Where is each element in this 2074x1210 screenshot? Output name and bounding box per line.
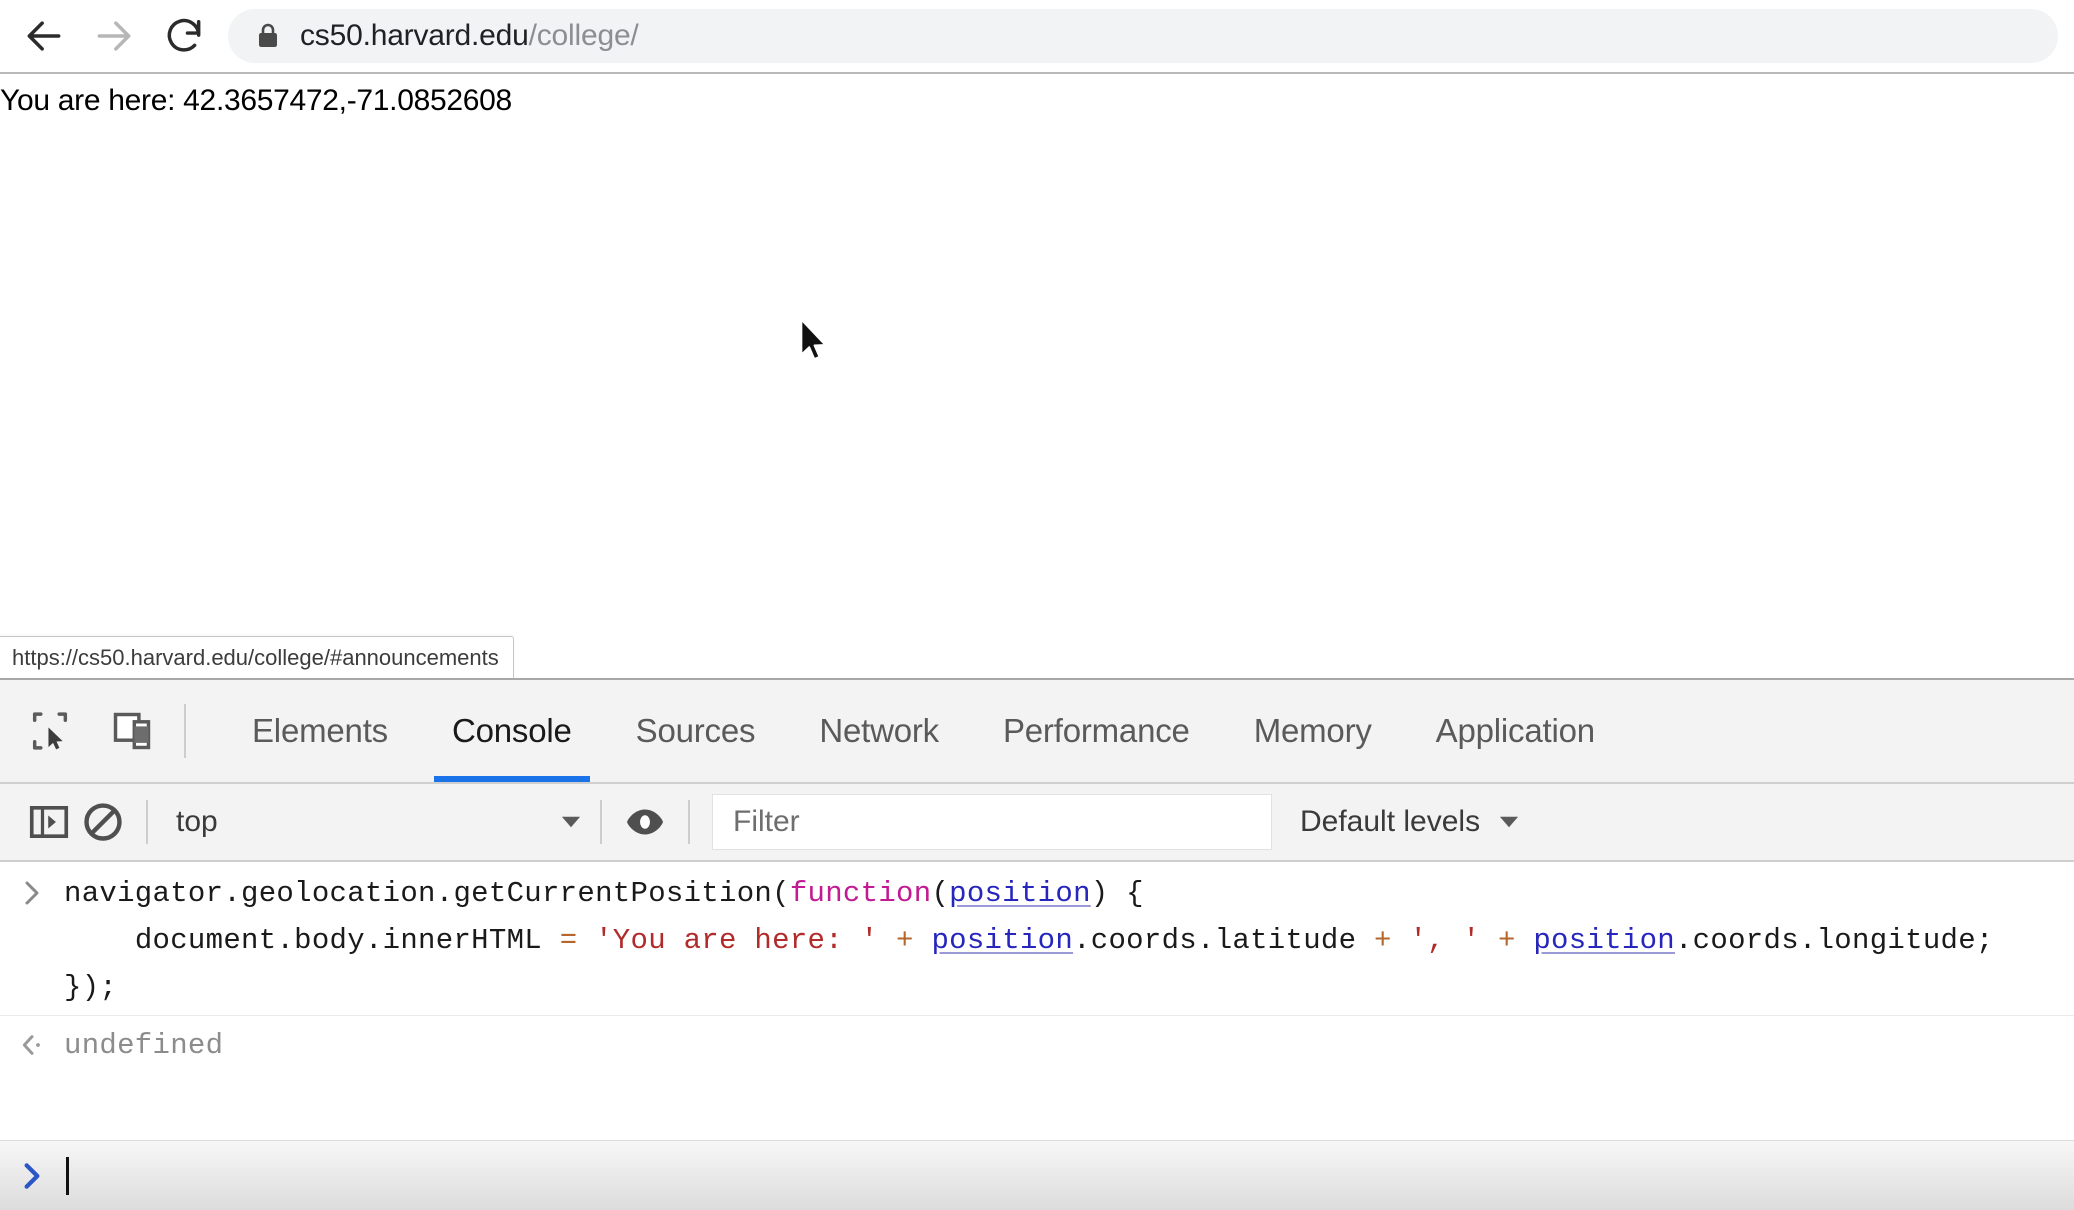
return-arrow-icon: [22, 1035, 40, 1055]
lock-icon: [259, 23, 277, 47]
tab-performance-label: Performance: [1002, 712, 1190, 749]
code-token: function: [789, 877, 932, 910]
console-log-levels-label: Default levels: [1300, 805, 1481, 838]
console-toolbar-divider-3: [688, 800, 690, 844]
clear-console-icon: [84, 803, 122, 841]
arrow-left-icon: [27, 21, 61, 51]
live-expression-button[interactable]: [618, 795, 672, 849]
tab-console-label: Console: [451, 712, 572, 749]
url-host: cs50.harvard.edu: [300, 19, 529, 52]
forward-button[interactable]: [88, 10, 140, 62]
tab-sources-label: Sources: [635, 712, 756, 749]
tab-console[interactable]: Console: [420, 680, 604, 782]
console-input-prompt-gutter: [0, 870, 64, 908]
execution-context-value: top: [176, 805, 218, 838]
console-toolbar-divider-2: [600, 800, 602, 844]
reload-icon: [167, 18, 201, 52]
chevron-right-icon: [25, 881, 39, 905]
navigation-buttons: [0, 0, 210, 72]
console-filter-field[interactable]: [712, 794, 1272, 850]
code-token: +: [896, 924, 914, 957]
devtools-tool-icons: [0, 680, 184, 782]
browser-chrome: cs50.harvard.edu/college/: [0, 0, 2074, 74]
code-token: position: [1533, 924, 1675, 957]
tab-sources[interactable]: Sources: [604, 680, 788, 782]
tab-memory-label: Memory: [1253, 712, 1372, 749]
tab-elements[interactable]: Elements: [220, 680, 420, 782]
mouse-pointer-icon: [800, 318, 827, 360]
console-prompt-row[interactable]: [0, 1140, 2074, 1210]
code-token: document: [64, 924, 277, 957]
code-token: .coords.longitude;: [1674, 924, 1994, 957]
chevron-right-icon: [24, 1162, 40, 1189]
code-token: .coords.latitude: [1073, 924, 1375, 957]
tab-memory[interactable]: Memory: [1222, 680, 1404, 782]
tab-network[interactable]: Network: [787, 680, 971, 782]
inspect-element-button[interactable]: [22, 703, 78, 759]
code-token: });: [64, 971, 118, 1004]
code-token: position: [949, 877, 1091, 910]
devtools-panel: Elements Console Sources Network Perform…: [0, 678, 2074, 1210]
tab-performance[interactable]: Performance: [971, 680, 1222, 782]
code-token: ', ': [1409, 924, 1481, 957]
clear-console-button[interactable]: [76, 795, 130, 849]
reload-button[interactable]: [158, 10, 210, 62]
code-token: +: [1497, 924, 1516, 957]
link-status-bubble: https://cs50.harvard.edu/college/#announ…: [0, 636, 514, 678]
console-result-value: undefined: [64, 1029, 224, 1062]
console-message-list: navigator.geolocation.getCurrentPosition…: [0, 862, 2074, 1210]
inspect-element-icon: [32, 712, 68, 750]
tab-network-label: Network: [819, 712, 939, 749]
console-input-message[interactable]: navigator.geolocation.getCurrentPosition…: [0, 862, 2074, 1015]
back-button[interactable]: [18, 10, 70, 62]
console-prompt-gutter: [0, 1160, 64, 1192]
console-sidebar-toggle-icon: [29, 805, 69, 839]
devtools-tab-list: Elements Console Sources Network Perform…: [186, 680, 1627, 782]
device-toolbar-icon: [113, 712, 151, 750]
url-path: /college/: [528, 19, 639, 52]
address-bar-url: cs50.harvard.edu/college/: [300, 19, 639, 53]
code-token: +: [1374, 924, 1392, 957]
console-toolbar: top Default levels: [0, 784, 2074, 862]
tab-application[interactable]: Application: [1404, 680, 1627, 782]
code-token: position: [931, 924, 1074, 957]
console-result-message: undefined: [0, 1015, 2074, 1075]
console-text-cursor: [66, 1156, 69, 1195]
console-toolbar-divider-1: [146, 800, 148, 844]
chevron-down-icon: [1499, 816, 1519, 828]
device-toolbar-button[interactable]: [104, 703, 160, 759]
code-token: ) {: [1090, 877, 1144, 910]
console-log-levels-selector[interactable]: Default levels: [1300, 805, 1522, 839]
devtools-tabbar: Elements Console Sources Network Perform…: [0, 680, 2074, 784]
code-token: geolocation: [241, 877, 436, 910]
console-filter-input[interactable]: [731, 804, 1271, 840]
console-input-code: navigator.geolocation.getCurrentPosition…: [64, 870, 2074, 1011]
code-token: .: [223, 877, 242, 910]
page-body-text: You are here: 42.3657472,-71.0852608: [0, 84, 512, 117]
arrow-right-icon: [97, 21, 131, 51]
code-token: navigator: [64, 877, 224, 910]
live-expression-eye-icon: [626, 809, 664, 835]
code-token: .: [435, 877, 454, 910]
code-token: .body.innerHTML: [276, 924, 560, 957]
console-sidebar-toggle-button[interactable]: [22, 795, 76, 849]
console-result-prompt-gutter: [0, 1022, 64, 1060]
code-token: (: [931, 877, 950, 910]
tab-elements-label: Elements: [252, 712, 388, 749]
page-viewport: You are here: 42.3657472,-71.0852608 htt…: [0, 74, 2074, 678]
code-token: =: [559, 924, 578, 957]
code-token: getCurrentPosition: [453, 877, 773, 910]
execution-context-selector[interactable]: top: [164, 805, 584, 839]
chevron-down-icon: [561, 816, 581, 828]
code-token: (: [772, 877, 790, 910]
address-bar[interactable]: cs50.harvard.edu/college/: [228, 9, 2058, 63]
code-token: 'You are here: ': [595, 924, 879, 957]
tab-application-label: Application: [1435, 712, 1595, 749]
